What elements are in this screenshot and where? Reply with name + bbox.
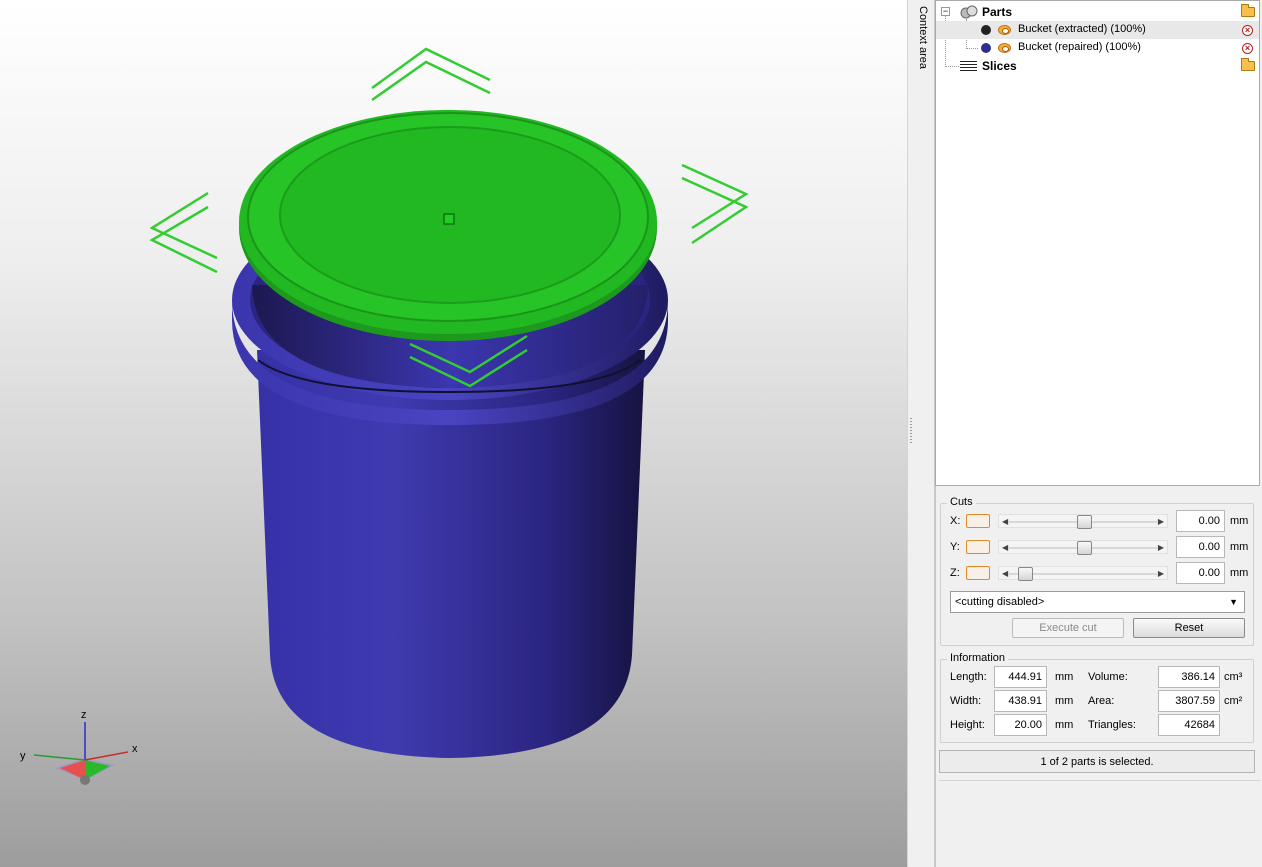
parts-icon [960, 5, 978, 19]
tree-item-bucket-extracted[interactable]: Bucket (extracted) (100%) × [936, 21, 1259, 39]
tree-node-slices[interactable]: Slices [936, 57, 1259, 75]
bucket-extracted-lid[interactable] [239, 110, 657, 341]
tree-item-bucket-repaired[interactable]: Bucket (repaired) (100%) × [936, 39, 1259, 57]
slider-handle[interactable] [1018, 567, 1033, 581]
gizmo-arrow-left [149, 191, 218, 260]
tree-node-parts[interactable]: − Parts [936, 3, 1259, 21]
parts-tree[interactable]: − Parts Bucket (extracted) (100%) × Buck… [935, 0, 1260, 486]
area-value: 3807.59 [1158, 690, 1220, 712]
execute-cut-button[interactable]: Execute cut [1012, 618, 1124, 638]
width-value: 438.91 [994, 690, 1047, 712]
height-value: 20.00 [994, 714, 1047, 736]
cut-y-slider[interactable]: ◀ ▶ [998, 540, 1168, 555]
axis-z-label: z [81, 709, 87, 721]
cut-y-toggle[interactable] [966, 540, 990, 554]
cut-z-label: Z: [950, 567, 960, 579]
volume-unit: cm³ [1224, 671, 1243, 683]
unit-label: mm [1230, 541, 1249, 553]
open-folder-icon[interactable] [1241, 4, 1255, 17]
axis-y-label: y [20, 750, 26, 762]
gizmo-arrow-up [371, 47, 491, 90]
axis-triad: z x y [20, 709, 138, 785]
color-dot [981, 25, 991, 35]
cut-x-toggle[interactable] [966, 514, 990, 528]
cuts-title: Cuts [947, 496, 976, 508]
context-area-label: Context area [917, 6, 929, 69]
remove-part-icon[interactable]: × [1242, 43, 1253, 54]
visibility-eye-icon[interactable] [998, 43, 1011, 53]
viewport-3d[interactable]: z x y [0, 0, 907, 867]
parts-label: Parts [982, 5, 1013, 19]
slider-handle[interactable] [1077, 541, 1092, 555]
open-folder-icon[interactable] [1241, 58, 1255, 71]
cut-x-label: X: [950, 515, 961, 527]
slices-label: Slices [982, 59, 1017, 73]
unit-label: mm [1055, 695, 1074, 707]
volume-label: Volume: [1088, 671, 1128, 683]
color-dot [981, 43, 991, 53]
unit-label: mm [1055, 719, 1074, 731]
cut-x-input[interactable]: 0.00 [1176, 510, 1225, 532]
chevron-down-icon: ▼ [1229, 597, 1238, 607]
triangles-value: 42684 [1158, 714, 1220, 736]
length-label: Length: [950, 671, 987, 683]
cut-y-input[interactable]: 0.00 [1176, 536, 1225, 558]
cut-z-input[interactable]: 0.00 [1176, 562, 1225, 584]
length-value: 444.91 [994, 666, 1047, 688]
cut-x-slider[interactable]: ◀ ▶ [998, 514, 1168, 529]
cut-z-slider[interactable]: ◀ ▶ [998, 566, 1168, 581]
visibility-eye-icon[interactable] [998, 25, 1011, 35]
width-label: Width: [950, 695, 982, 707]
volume-value: 386.14 [1158, 666, 1220, 688]
remove-part-icon[interactable]: × [1242, 25, 1253, 36]
unit-label: mm [1230, 515, 1249, 527]
tree-item-label: Bucket (repaired) (100%) [1018, 41, 1141, 53]
area-unit: cm² [1224, 695, 1243, 707]
tree-item-label: Bucket (extracted) (100%) [1018, 23, 1146, 35]
axis-x-label: x [132, 743, 138, 755]
slider-handle[interactable] [1077, 515, 1092, 529]
cutting-mode-select[interactable]: <cutting disabled> ▼ [950, 591, 1245, 613]
reset-button[interactable]: Reset [1133, 618, 1245, 638]
height-label: Height: [950, 719, 985, 731]
collapse-toggle[interactable]: − [941, 7, 950, 16]
context-area-tab[interactable]: Context area [913, 0, 935, 867]
gizmo-arrow-right [681, 163, 749, 230]
triangles-label: Triangles: [1088, 719, 1136, 731]
panel-empty-area [939, 780, 1260, 867]
slices-icon [960, 61, 977, 72]
pivot-handle [443, 213, 455, 225]
information-title: Information [947, 652, 1009, 664]
unit-label: mm [1055, 671, 1074, 683]
scene: z x y [20, 47, 749, 785]
unit-label: mm [1230, 567, 1249, 579]
cut-y-label: Y: [950, 541, 960, 553]
cut-z-toggle[interactable] [966, 566, 990, 580]
selection-status: 1 of 2 parts is selected. [939, 750, 1255, 773]
area-label: Area: [1088, 695, 1115, 707]
cutting-mode-value: <cutting disabled> [955, 596, 1045, 608]
